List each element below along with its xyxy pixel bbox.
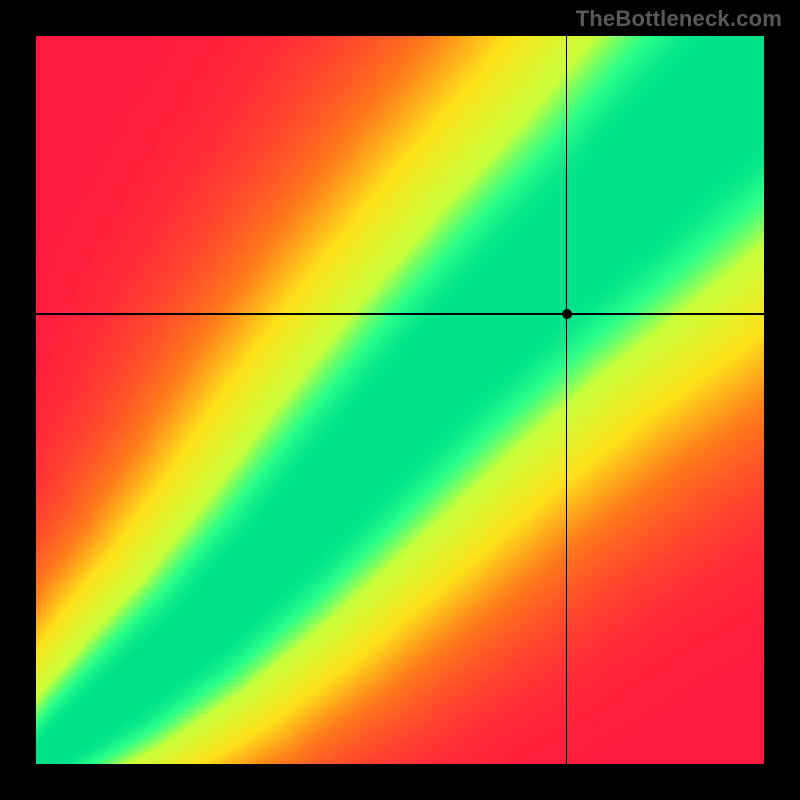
watermark-label: TheBottleneck.com bbox=[576, 6, 782, 32]
crosshair-vertical bbox=[566, 36, 568, 764]
heatmap-plot bbox=[36, 36, 764, 764]
heatmap-canvas bbox=[36, 36, 764, 764]
crosshair-marker bbox=[562, 309, 572, 319]
crosshair-horizontal bbox=[36, 313, 764, 315]
chart-stage: TheBottleneck.com bbox=[0, 0, 800, 800]
